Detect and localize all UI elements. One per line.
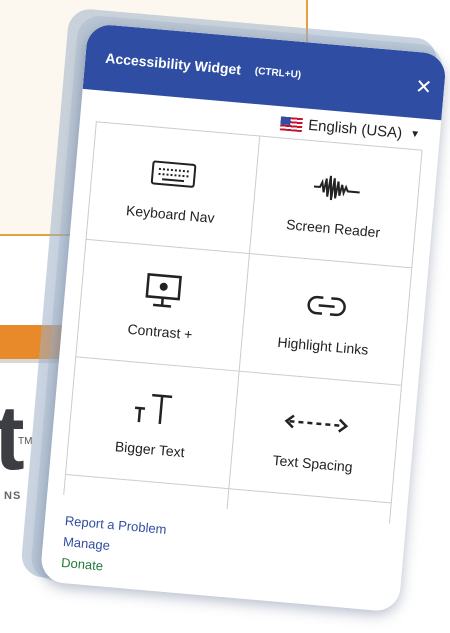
chevron-down-icon: ▼	[409, 128, 421, 141]
widget-title: Accessibility Widget	[104, 49, 242, 78]
tile-label: Text Spacing	[272, 451, 354, 475]
accessibility-widget: Accessibility Widget (CTRL+U) ✕ English …	[39, 23, 448, 613]
tile-bigger-text[interactable]: Bigger Text	[65, 357, 240, 490]
tile-text-spacing[interactable]: Text Spacing	[228, 371, 402, 504]
us-flag-icon	[279, 115, 303, 132]
monitor-icon	[143, 270, 184, 313]
text-spacing-icon	[282, 400, 351, 446]
widget-stack: Accessibility Widget (CTRL+U) ✕ English …	[0, 0, 450, 621]
tile-contrast[interactable]: Contrast +	[76, 239, 250, 372]
tile-screen-reader[interactable]: Screen Reader	[249, 136, 423, 269]
link-icon	[305, 284, 348, 327]
tile-keyboard-nav[interactable]: Keyboard Nav	[86, 122, 260, 255]
language-label: English (USA)	[307, 116, 403, 142]
soundwave-icon	[310, 166, 363, 210]
tile-label: Keyboard Nav	[125, 201, 216, 226]
tile-highlight-links[interactable]: Highlight Links	[239, 254, 413, 386]
widget-shortcut: (CTRL+U)	[254, 65, 302, 81]
keyboard-icon	[149, 152, 198, 196]
tile-label: Screen Reader	[285, 215, 381, 240]
close-icon[interactable]: ✕	[414, 74, 433, 100]
tile-label: Contrast +	[127, 320, 194, 342]
tile-label: Bigger Text	[114, 437, 186, 460]
tile-label: Highlight Links	[276, 333, 370, 358]
text-size-icon	[130, 387, 177, 431]
